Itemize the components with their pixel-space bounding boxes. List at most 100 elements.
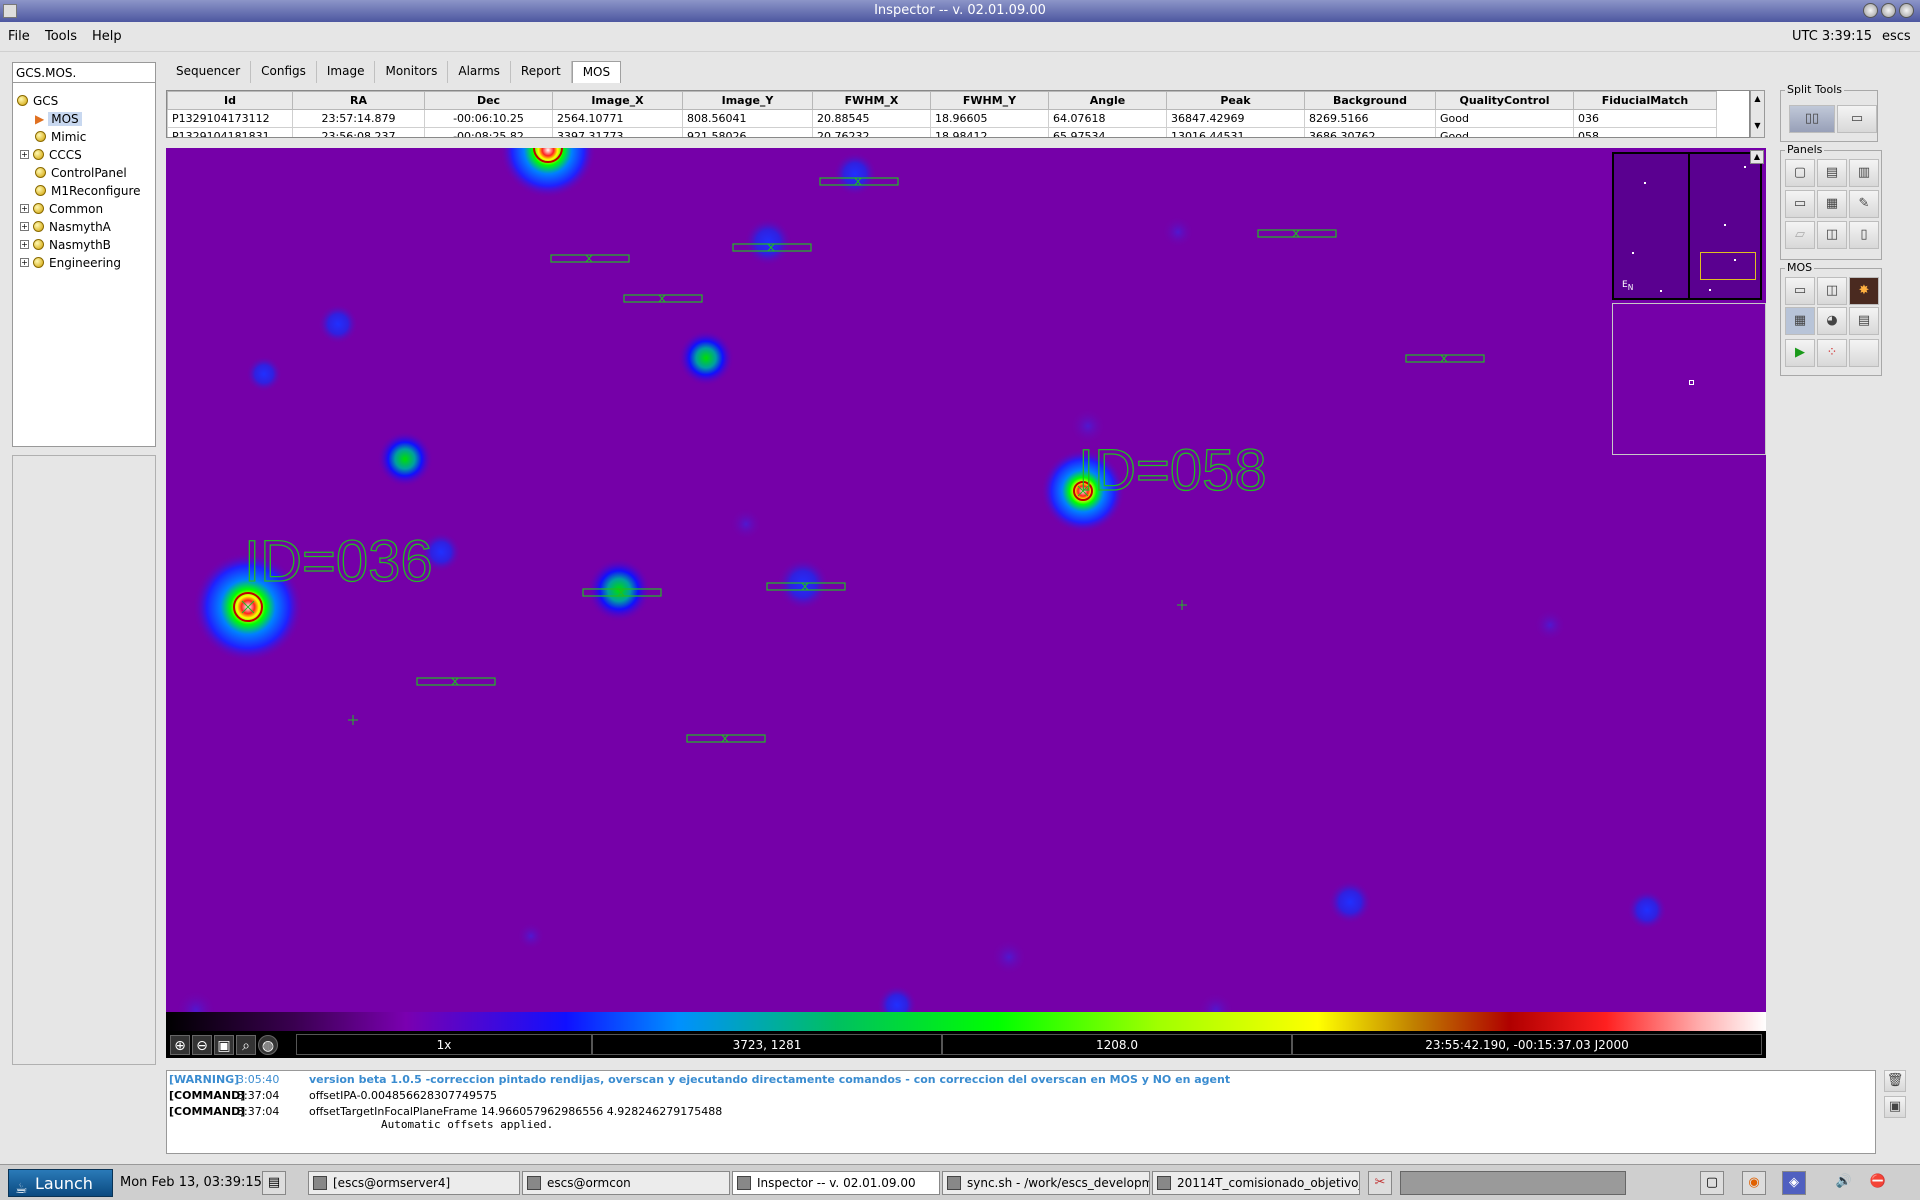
col-header-fiducialmatch[interactable]: FiducialMatch <box>1573 91 1717 110</box>
zoom-search-icon[interactable]: ⌕ <box>236 1035 256 1055</box>
col-header-image-x[interactable]: Image_X <box>552 91 683 110</box>
folder-mask-icon[interactable]: ◫ <box>1817 277 1847 305</box>
add-panel-icon[interactable]: ▤ <box>1817 159 1847 187</box>
empty-tool-button[interactable] <box>1849 339 1879 367</box>
star-image-icon[interactable]: ✸ <box>1849 277 1879 305</box>
save-panel-icon[interactable]: ▦ <box>1817 190 1847 218</box>
split-vertical-button[interactable]: ▯▯ <box>1789 105 1835 133</box>
tray-tool-icon[interactable]: ✂ <box>1368 1171 1392 1195</box>
tree-node-mos[interactable]: ▶ MOS <box>35 110 82 127</box>
tree-node-cccs[interactable]: + CCCS <box>20 146 82 163</box>
tab-image[interactable]: Image <box>317 61 376 83</box>
tree-node-gcs[interactable]: GCS <box>17 92 58 109</box>
slit-box[interactable] <box>686 734 766 743</box>
image-viewer[interactable]: ID=036 ID=058 EN ▲ <box>166 148 1766 1012</box>
tree-node-common[interactable]: + Common <box>20 200 103 217</box>
tree-node-engineering[interactable]: + Engineering <box>20 254 121 271</box>
taskbar-item-terminal2[interactable]: escs@ormcon <box>522 1171 730 1195</box>
col-header-peak[interactable]: Peak <box>1166 91 1305 110</box>
taskbar-item-inspector[interactable]: Inspector -- v. 02.01.09.00 <box>732 1171 940 1195</box>
tree-node-m1reconfigure[interactable]: M1Reconfigure <box>35 182 141 199</box>
view-rectangle[interactable] <box>1700 252 1756 280</box>
expand-icon[interactable]: + <box>20 204 29 213</box>
tree-node-controlpanel[interactable]: ControlPanel <box>35 164 127 181</box>
run-icon[interactable]: ▶ <box>1785 339 1815 367</box>
maximize-button[interactable] <box>1881 3 1896 18</box>
color-dots-icon[interactable]: ⁘ <box>1817 339 1847 367</box>
open-folder-icon[interactable]: ▭ <box>1785 190 1815 218</box>
layout-icon[interactable]: ▯ <box>1849 221 1879 249</box>
workspace-pager[interactable] <box>1400 1171 1626 1195</box>
col-header-fwhm-x[interactable]: FWHM_X <box>812 91 931 110</box>
col-header-id[interactable]: Id <box>167 91 293 110</box>
globe-icon[interactable]: ◍ <box>258 1035 278 1055</box>
firefox-icon[interactable]: ◉ <box>1742 1171 1766 1195</box>
menu-file[interactable]: File <box>8 29 30 44</box>
expand-icon[interactable]: + <box>20 222 29 231</box>
slit-box[interactable] <box>416 677 496 686</box>
minimize-button[interactable] <box>1863 3 1878 18</box>
grid-icon[interactable]: ▤ <box>1849 307 1879 335</box>
expand-icon[interactable]: + <box>20 240 29 249</box>
volume-icon[interactable]: 🔊 <box>1832 1171 1856 1195</box>
expand-icon[interactable]: + <box>20 150 29 159</box>
col-header-angle[interactable]: Angle <box>1048 91 1167 110</box>
open-mask-icon[interactable]: ▭ <box>1785 277 1815 305</box>
overview-thumbnail[interactable]: EN <box>1612 152 1762 300</box>
close-button[interactable] <box>1899 3 1914 18</box>
tab-alarms[interactable]: Alarms <box>448 61 511 83</box>
save-log-icon[interactable]: ▣ <box>1884 1096 1906 1118</box>
slit-box[interactable] <box>1405 354 1485 363</box>
taskbar-item-terminal1[interactable]: [escs@ormserver4] <box>308 1171 520 1195</box>
trash-icon[interactable]: 🗑 <box>1884 1070 1906 1092</box>
edit-panel-icon[interactable]: ✎ <box>1849 190 1879 218</box>
show-desktop-icon[interactable]: ▤ <box>262 1171 286 1195</box>
tray-window-icon[interactable]: ▢ <box>1700 1171 1724 1195</box>
slit-box[interactable] <box>1257 229 1337 238</box>
col-header-fwhm-y[interactable]: FWHM_Y <box>930 91 1049 110</box>
tab-mos[interactable]: MOS <box>571 61 622 83</box>
scroll-down-icon[interactable]: ▼ <box>1751 121 1764 130</box>
taskbar-item-editor[interactable]: sync.sh - /work/escs_developm <box>942 1171 1150 1195</box>
tab-monitors[interactable]: Monitors <box>375 61 449 83</box>
tray-active-app-icon[interactable]: ◈ <box>1782 1171 1806 1195</box>
viewer-scroll-up-icon[interactable]: ▲ <box>1750 150 1764 164</box>
tab-sequencer[interactable]: Sequencer <box>166 61 252 83</box>
new-panel-icon[interactable]: ▢ <box>1785 159 1815 187</box>
note-icon[interactable]: ▱ <box>1785 221 1815 249</box>
table-scrollbar[interactable]: ▲ ▼ <box>1750 90 1765 138</box>
menu-tools[interactable]: Tools <box>45 29 77 44</box>
zoom-out-icon[interactable]: ⊖ <box>192 1035 212 1055</box>
tab-report[interactable]: Report <box>511 61 572 83</box>
zoom-in-icon[interactable]: ⊕ <box>170 1035 190 1055</box>
zoom-thumbnail[interactable] <box>1612 303 1766 455</box>
split-horizontal-button[interactable]: ▭ <box>1837 105 1877 133</box>
tree-path-input[interactable] <box>13 63 155 83</box>
colormap-bar[interactable] <box>166 1012 1766 1031</box>
taskbar-item-document[interactable]: 20114T_comisionado_objetivo_ <box>1152 1171 1360 1195</box>
col-header-dec[interactable]: Dec <box>424 91 553 110</box>
table-view-icon[interactable]: ▦ <box>1785 307 1815 335</box>
zoom-fit-icon[interactable]: ▣ <box>214 1035 234 1055</box>
table-row[interactable]: P1329104173112 23:57:14.879 -00:06:10.25… <box>167 109 1717 128</box>
col-header-qualitycontrol[interactable]: QualityControl <box>1435 91 1574 110</box>
palette-icon[interactable]: ◕ <box>1817 307 1847 335</box>
tree-node-nasmytha[interactable]: + NasmythA <box>20 218 111 235</box>
tree-node-mimic[interactable]: Mimic <box>35 128 86 145</box>
launch-button[interactable]: ☕ Launch <box>8 1169 113 1197</box>
col-header-image-y[interactable]: Image_Y <box>682 91 813 110</box>
tab-configs[interactable]: Configs <box>251 61 317 83</box>
tree-node-nasmythb[interactable]: + NasmythB <box>20 236 111 253</box>
window-menu-icon[interactable] <box>3 4 17 18</box>
table-row[interactable]: P1329104181831 23:56:08.237 -00:08:25.82… <box>167 127 1717 137</box>
menu-help[interactable]: Help <box>92 29 122 44</box>
logout-icon[interactable]: ⛔ <box>1866 1171 1890 1195</box>
folder-settings-icon[interactable]: ◫ <box>1817 221 1847 249</box>
col-header-ra[interactable]: RA <box>292 91 425 110</box>
copy-panel-icon[interactable]: ▥ <box>1849 159 1879 187</box>
scroll-up-icon[interactable]: ▲ <box>1751 94 1764 103</box>
slit-box[interactable] <box>550 254 630 263</box>
col-header-background[interactable]: Background <box>1304 91 1436 110</box>
expand-icon[interactable]: + <box>20 258 29 267</box>
slit-box[interactable] <box>623 294 703 303</box>
